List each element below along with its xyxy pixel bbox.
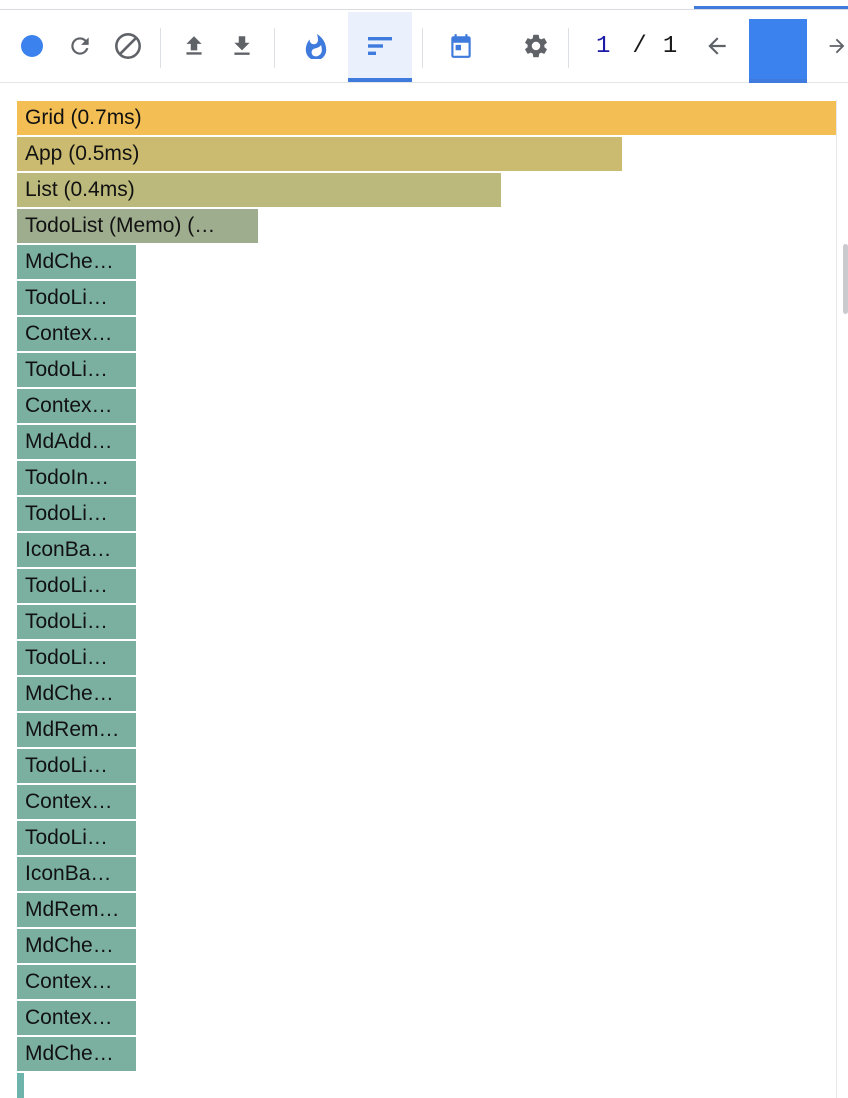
ranked-bar-sliver[interactable] xyxy=(17,1073,24,1098)
ranked-bar[interactable]: Contex… xyxy=(17,1001,136,1035)
ranked-bar[interactable]: IconBa… xyxy=(17,857,136,891)
next-commit-button[interactable] xyxy=(826,10,848,82)
ranked-bar[interactable]: Contex… xyxy=(17,389,136,423)
timeline-icon xyxy=(451,34,471,58)
settings-icon xyxy=(525,34,547,58)
reload-and-profile-button[interactable] xyxy=(62,10,98,82)
ranked-bar[interactable]: MdAdd… xyxy=(17,425,136,459)
toolbar-divider xyxy=(568,28,569,68)
profiler-toolbar: 1 / 1 xyxy=(0,10,848,83)
ranked-bar[interactable]: TodoLi… xyxy=(17,497,136,531)
active-tab-indicator xyxy=(694,6,848,9)
toolbar-divider xyxy=(160,28,161,68)
ranked-bar[interactable]: IconBa… xyxy=(17,533,136,567)
load-profile-button[interactable] xyxy=(176,10,212,82)
ranked-bar[interactable]: MdChe… xyxy=(17,245,136,279)
ranked-bar[interactable]: Contex… xyxy=(17,965,136,999)
ranked-bar[interactable]: TodoLi… xyxy=(17,569,136,603)
flamegraph-icon xyxy=(305,34,327,59)
toolbar-divider xyxy=(274,28,275,68)
record-button[interactable] xyxy=(14,10,50,82)
arrow-left-icon xyxy=(708,37,726,55)
clear-icon xyxy=(115,33,141,59)
ranked-bar[interactable]: App (0.5ms) xyxy=(17,137,622,171)
timeline-tab[interactable] xyxy=(443,10,479,82)
ranked-bar[interactable]: TodoLi… xyxy=(17,821,136,855)
ranked-bar[interactable]: List (0.4ms) xyxy=(17,173,501,207)
commit-current: 1 xyxy=(596,32,611,60)
save-profile-button[interactable] xyxy=(224,10,260,82)
reload-icon xyxy=(71,37,89,55)
ranked-bar[interactable]: MdChe… xyxy=(17,677,136,711)
ranked-bar[interactable]: TodoLi… xyxy=(17,641,136,675)
commit-total: 1 xyxy=(662,32,678,60)
ranked-chart: Grid (0.7ms) App (0.5ms) List (0.4ms) To… xyxy=(0,83,848,1098)
ranked-tab[interactable] xyxy=(348,12,412,82)
ranked-bar[interactable]: Contex… xyxy=(17,317,136,351)
ranked-icon-wrap xyxy=(348,10,412,82)
ranked-bar[interactable]: TodoLi… xyxy=(17,353,136,387)
commit-separator: / xyxy=(632,32,647,60)
ranked-bar[interactable]: TodoList (Memo) (… xyxy=(17,209,258,243)
ranked-bar[interactable]: MdChe… xyxy=(17,1037,136,1071)
toolbar-divider xyxy=(422,28,423,68)
download-icon xyxy=(234,36,250,55)
ranked-icon xyxy=(368,37,392,55)
previous-commit-button[interactable] xyxy=(700,10,734,82)
upload-icon xyxy=(186,36,202,55)
ranked-bar[interactable]: Contex… xyxy=(17,785,136,819)
clear-profile-button[interactable] xyxy=(110,10,146,82)
commit-bar[interactable] xyxy=(749,19,807,83)
ranked-bar[interactable]: TodoLi… xyxy=(17,605,136,639)
ranked-bar[interactable]: MdChe… xyxy=(17,929,136,963)
ranked-bar[interactable]: TodoLi… xyxy=(17,281,136,315)
ranked-bar[interactable]: TodoIn… xyxy=(17,461,136,495)
ranked-bar[interactable]: MdRem… xyxy=(17,713,136,747)
ranked-bar[interactable]: Grid (0.7ms) xyxy=(17,101,836,135)
window-top-border xyxy=(0,0,848,10)
flamegraph-tab[interactable] xyxy=(298,10,334,82)
arrow-right-icon xyxy=(829,38,845,54)
commit-counter: 1 / 1 xyxy=(596,10,677,82)
record-icon xyxy=(21,35,43,57)
ranked-bar[interactable]: TodoLi… xyxy=(17,749,136,783)
settings-button[interactable] xyxy=(518,10,554,82)
ranked-bar[interactable]: MdRem… xyxy=(17,893,136,927)
